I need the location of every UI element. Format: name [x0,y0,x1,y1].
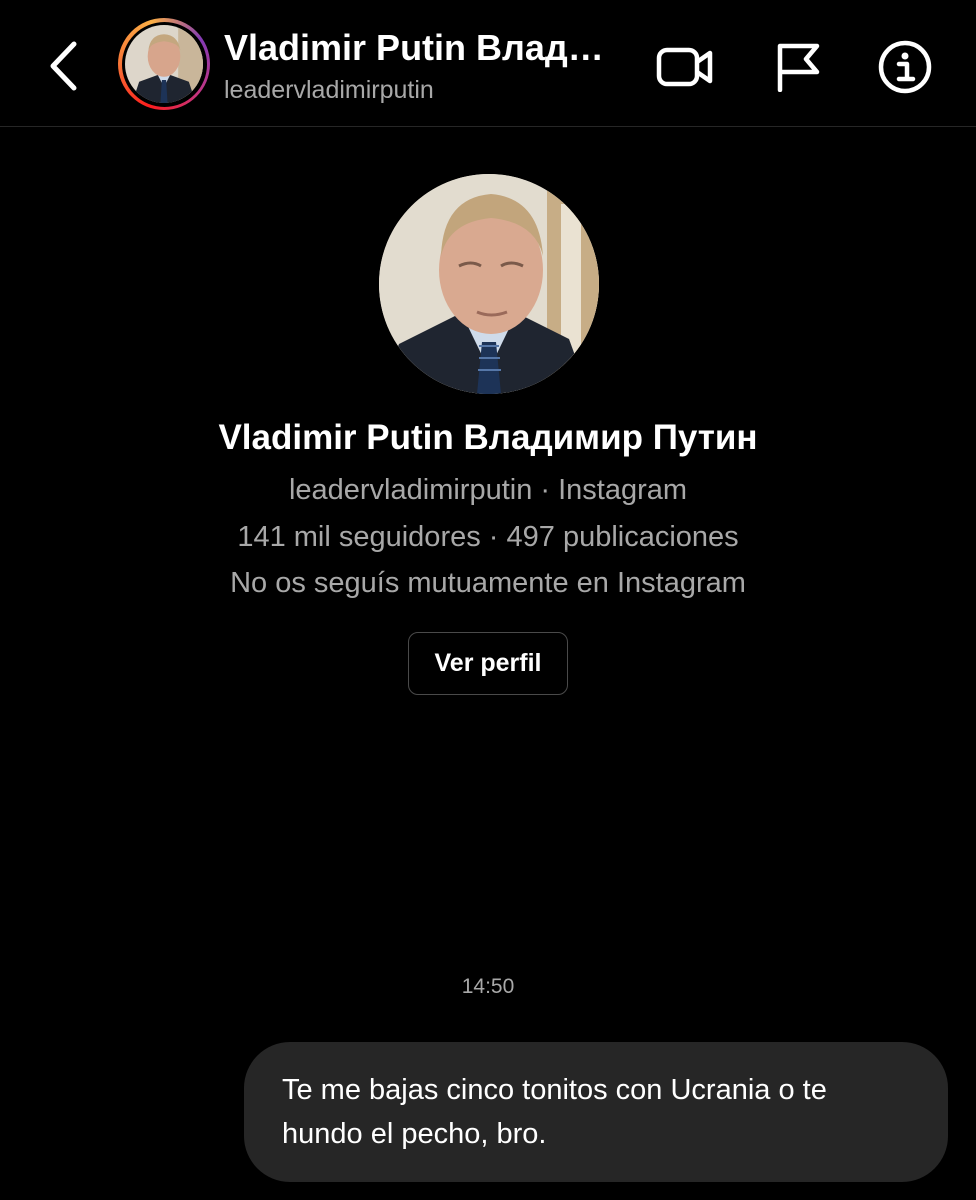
sent-message-bubble[interactable]: Te me bajas cinco tonitos con Ucrania o … [244,1042,948,1182]
flag-icon [777,43,820,92]
mutual-follow-status: No os seguís mutuamente en Instagram [230,567,746,599]
profile-stats: 141 mil seguidores · 497 publicaciones [237,521,739,553]
info-button[interactable] [874,36,936,98]
profile-display-name: Vladimir Putin Владимир Путин [218,418,758,457]
header-display-name[interactable]: Vladimir Putin Владимир Путин [224,26,624,70]
chevron-left-icon [50,41,77,91]
message-timestamp: 14:50 [461,975,515,998]
profile-avatar[interactable] [379,174,599,394]
video-camera-icon [656,47,713,87]
avatar-photo [379,174,599,394]
video-call-button[interactable] [654,36,716,98]
report-button[interactable] [766,36,828,98]
message-text: Te me bajas cinco tonitos con Ucrania o … [282,1074,827,1150]
header-avatar[interactable] [118,18,210,110]
info-icon [878,40,932,94]
avatar-photo [125,25,203,103]
header-username[interactable]: leadervladimirputin [224,74,434,106]
back-button[interactable] [38,38,90,94]
view-profile-button[interactable]: Ver perfil [408,632,568,695]
chat-header: Vladimir Putin Владимир Путин leadervlad… [0,0,976,127]
profile-username-source: leadervladimirputin · Instagram [288,474,688,506]
